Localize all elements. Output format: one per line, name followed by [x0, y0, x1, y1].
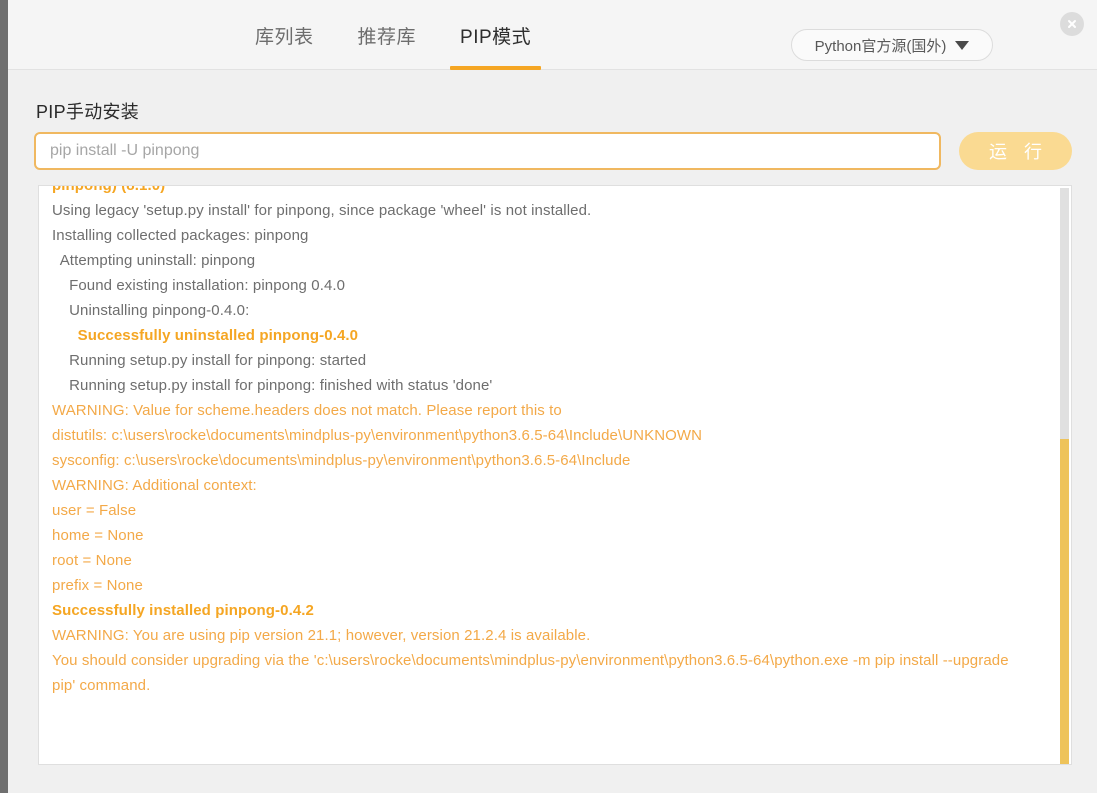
run-button[interactable]: 运 行: [959, 132, 1072, 170]
log-line: Running setup.py install for pinpong: fi…: [52, 377, 493, 394]
log-line: WARNING: Additional context:: [52, 477, 257, 494]
package-source-dropdown[interactable]: Python官方源(国外): [791, 29, 993, 61]
window-header: 库列表 推荐库 PIP模式 Python官方源(国外): [8, 0, 1097, 70]
log-line: Using legacy 'setup.py install' for pinp…: [52, 202, 592, 219]
tab-library-list[interactable]: 库列表: [233, 0, 336, 70]
log-scrollbar[interactable]: [1060, 187, 1070, 764]
tab-label: 库列表: [255, 26, 314, 48]
log-line: user = False: [52, 502, 137, 519]
log-line: home = None: [52, 527, 144, 544]
chevron-down-icon: [955, 40, 970, 50]
pip-command-input[interactable]: [34, 132, 941, 170]
log-line: pinpong) (8.1.0): [52, 185, 166, 194]
log-scrollbar-track[interactable]: [1060, 188, 1069, 439]
log-line: WARNING: You are using pip version 21.1;…: [52, 627, 591, 644]
pip-mode-panel: PIP手动安装 运 行 pinpong) (8.1.0) Using legacy…: [8, 70, 1097, 793]
tab-pip-mode[interactable]: PIP模式: [438, 0, 553, 70]
log-scrollbar-thumb[interactable]: [1060, 439, 1069, 764]
close-icon: [1068, 20, 1076, 28]
log-line: You should consider upgrading via the 'c…: [52, 652, 1009, 669]
left-rail: [0, 0, 8, 793]
log-line: Running setup.py install for pinpong: st…: [52, 352, 367, 369]
log-line: Attempting uninstall: pinpong: [52, 252, 256, 269]
log-line: Uninstalling pinpong-0.4.0:: [52, 302, 250, 319]
pip-output-log[interactable]: pinpong) (8.1.0) Using legacy 'setup.py i…: [38, 185, 1072, 765]
package-source-value: Python官方源(国外): [814, 37, 947, 55]
log-line: Successfully uninstalled pinpong-0.4.0: [52, 327, 359, 344]
library-manager-window: 库列表 推荐库 PIP模式 Python官方源(国外) PIP手动安装 运 行 …: [0, 0, 1097, 793]
log-line: Successfully installed pinpong-0.4.2: [52, 602, 314, 619]
log-line: distutils: c:\users\rocke\documents\mind…: [52, 427, 703, 444]
log-line: Found existing installation: pinpong 0.4…: [52, 277, 346, 294]
log-line: WARNING: Value for scheme.headers does n…: [52, 402, 562, 419]
page-title: PIP手动安装: [36, 102, 140, 122]
log-line: prefix = None: [52, 577, 143, 594]
log-line: Installing collected packages: pinpong: [52, 227, 309, 244]
tab-recommended-library[interactable]: 推荐库: [336, 0, 439, 70]
log-scroll-content: pinpong) (8.1.0) Using legacy 'setup.py i…: [39, 185, 1049, 698]
log-line: sysconfig: c:\users\rocke\documents\mind…: [52, 452, 631, 469]
tab-bar: 库列表 推荐库 PIP模式: [233, 0, 553, 70]
log-line: root = None: [52, 552, 132, 569]
tab-label: 推荐库: [357, 26, 417, 48]
tab-label: PIP模式: [460, 26, 532, 48]
close-button[interactable]: [1060, 12, 1084, 36]
log-line: pip' command.: [52, 677, 151, 694]
